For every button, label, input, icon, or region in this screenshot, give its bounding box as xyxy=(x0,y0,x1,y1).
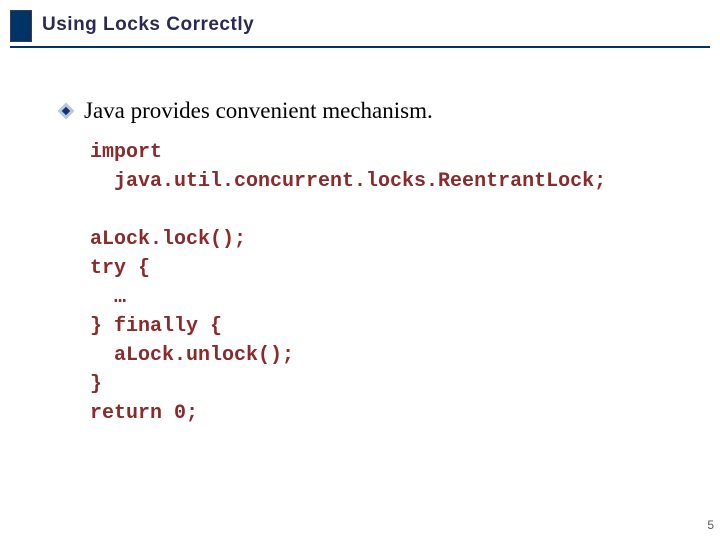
diamond-bullet-icon xyxy=(60,105,72,117)
title-corner-box xyxy=(10,10,32,42)
page-number: 5 xyxy=(707,518,714,532)
slide-body: Java provides convenient mechanism. impo… xyxy=(60,98,680,428)
bullet-item: Java provides convenient mechanism. xyxy=(60,98,680,124)
code-block: import java.util.concurrent.locks.Reentr… xyxy=(90,138,680,428)
title-underline xyxy=(10,46,710,48)
slide-title: Using Locks Correctly xyxy=(42,14,254,36)
slide: Using Locks Correctly Java provides conv… xyxy=(0,0,720,540)
bullet-text: Java provides convenient mechanism. xyxy=(84,98,433,124)
